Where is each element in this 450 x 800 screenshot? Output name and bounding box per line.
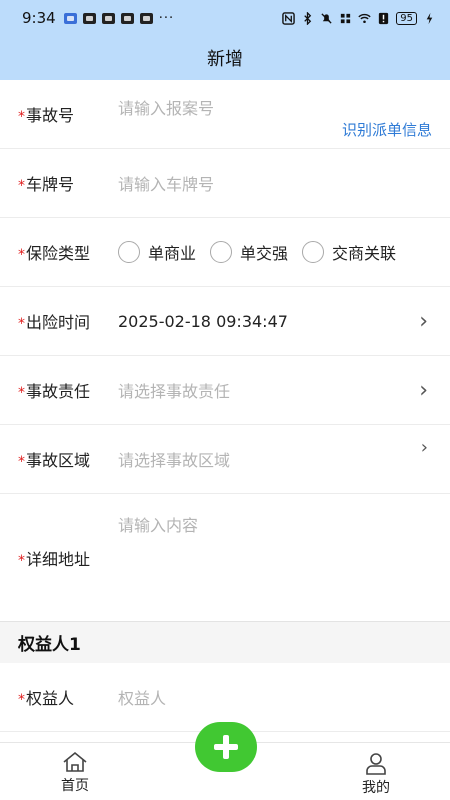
required-mark: *	[18, 109, 25, 125]
charging-icon	[426, 12, 433, 24]
tab-mine[interactable]: 我的	[346, 751, 406, 797]
required-mark: *	[18, 692, 25, 708]
app-notification-icon	[120, 12, 134, 24]
alert-icon	[379, 12, 389, 24]
required-mark: *	[18, 247, 25, 263]
app-notification-icon	[63, 12, 77, 24]
liability-label: *事故责任	[18, 382, 91, 401]
app-notification-icon	[139, 12, 153, 24]
case-number-input[interactable]: 请输入报案号	[118, 95, 214, 119]
insurance-type-row: *保险类型 单商业 单交强 交商关联	[0, 218, 450, 287]
nfc-icon	[282, 11, 296, 25]
chevron-right-icon: ›	[420, 437, 428, 458]
user-icon	[366, 753, 386, 775]
page-title: 新增	[207, 49, 243, 70]
area-label: *事故区域	[18, 451, 91, 470]
insurance-type-radio-group: 单商业 单交强 交商关联	[118, 240, 396, 264]
app-notification-icon	[82, 12, 96, 24]
radio-compulsory-only[interactable]: 单交强	[210, 240, 288, 264]
address-label: *详细地址	[18, 549, 91, 569]
home-icon	[63, 751, 87, 772]
required-mark: *	[18, 552, 25, 569]
plate-label: *车牌号	[18, 175, 75, 194]
chevron-right-icon: ›	[419, 377, 428, 403]
required-mark: *	[18, 316, 25, 332]
insurance-type-label: *保险类型	[18, 244, 91, 263]
mute-icon	[321, 12, 332, 24]
accident-time-row[interactable]: *出险时间 2025-02-18 09:34:47 ›	[0, 287, 450, 356]
more-notifications-icon: ···	[158, 10, 175, 26]
status-bar: 9:34 ··· 95	[0, 0, 450, 36]
radio-circle-icon[interactable]	[210, 241, 233, 263]
bluetooth-icon	[304, 11, 312, 25]
radio-circle-icon[interactable]	[302, 241, 325, 263]
accident-time-value[interactable]: 2025-02-18 09:34:47	[118, 312, 288, 331]
tab-mine-label: 我的	[362, 780, 390, 796]
notification-icons	[63, 12, 153, 24]
case-number-row[interactable]: *事故号 请输入报案号 识别派单信息	[0, 80, 450, 149]
network-speed-icon	[341, 13, 351, 23]
liability-row[interactable]: *事故责任 请选择事故责任 ›	[0, 356, 450, 425]
app-header: 新增	[0, 36, 450, 80]
recognize-dispatch-link[interactable]: 识别派单信息	[342, 119, 432, 140]
plate-input[interactable]: 请输入车牌号	[118, 171, 214, 195]
app-notification-icon	[101, 12, 115, 24]
beneficiary-input[interactable]: 权益人	[118, 685, 166, 709]
status-icons: 95	[282, 11, 436, 25]
address-row[interactable]: *详细地址 请输入内容	[0, 494, 450, 621]
radio-commercial-only[interactable]: 单商业	[118, 240, 196, 264]
status-time: 9:34	[22, 9, 56, 27]
add-button[interactable]	[195, 722, 257, 772]
accident-time-label: *出险时间	[18, 313, 91, 332]
case-number-label: *事故号	[18, 106, 75, 125]
plate-row[interactable]: *车牌号 请输入车牌号	[0, 149, 450, 218]
address-textarea[interactable]: 请输入内容	[118, 512, 198, 536]
tab-home-label: 首页	[61, 778, 89, 794]
battery-icon: 95	[396, 11, 417, 25]
wifi-icon	[358, 13, 371, 23]
radio-combined[interactable]: 交商关联	[302, 240, 396, 264]
tab-home[interactable]: 首页	[45, 751, 105, 795]
beneficiary-section-title: 权益人1	[0, 621, 450, 663]
liability-select[interactable]: 请选择事故责任	[118, 378, 230, 402]
accident-form: *事故号 请输入报案号 识别派单信息 *车牌号 请输入车牌号 *保险类型 单商业…	[0, 80, 450, 732]
area-row[interactable]: *事故区域 请选择事故区域 ›	[0, 425, 450, 494]
radio-circle-icon[interactable]	[118, 241, 140, 263]
beneficiary-label: *权益人	[18, 689, 75, 708]
plus-icon	[214, 735, 238, 759]
required-mark: *	[18, 385, 25, 401]
area-select[interactable]: 请选择事故区域	[118, 447, 230, 471]
chevron-right-icon: ›	[419, 308, 428, 334]
required-mark: *	[18, 178, 25, 194]
required-mark: *	[18, 454, 25, 470]
